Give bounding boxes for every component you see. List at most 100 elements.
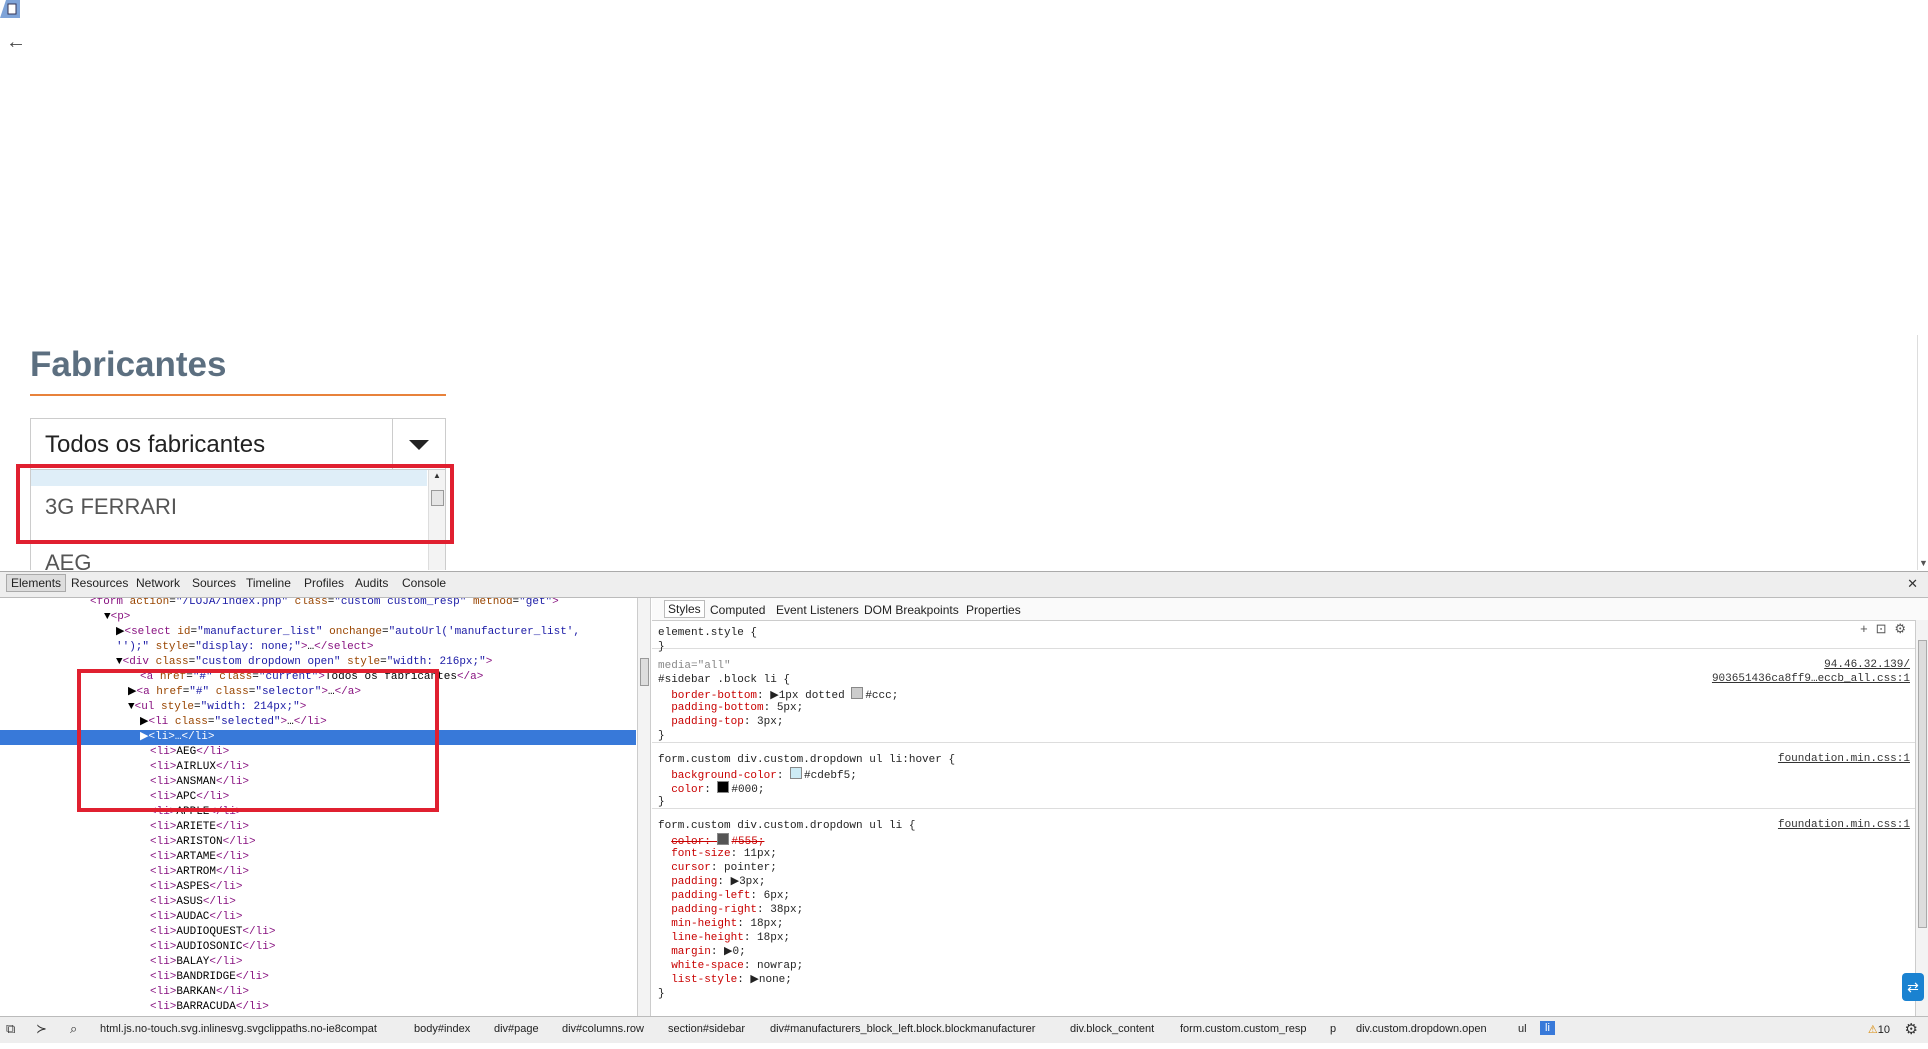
dom-node[interactable]: <li>ASUS</li>: [0, 895, 636, 910]
rule-separator: [652, 742, 1916, 743]
devtools-tabbar: Elements Resources Network Sources Timel…: [0, 572, 1928, 598]
style-tools-icons[interactable]: + ⊡ ⚙: [1860, 622, 1906, 637]
tab-audits[interactable]: Audits: [355, 576, 388, 590]
dom-node[interactable]: <li>BARKAN</li>: [0, 985, 636, 1000]
dom-node[interactable]: <li>AUDAC</li>: [0, 910, 636, 925]
dom-node[interactable]: <li>AUDIOQUEST</li>: [0, 925, 636, 940]
dom-node[interactable]: <li>BANDRIDGE</li>: [0, 970, 636, 985]
tab-styles[interactable]: Styles: [664, 600, 705, 618]
breadcrumb-item[interactable]: li: [1540, 1021, 1555, 1035]
warning-count[interactable]: ⚠10: [1868, 1023, 1890, 1036]
dock-icon[interactable]: ⧉: [6, 1021, 15, 1037]
style-rule-line[interactable]: line-height: 18px;: [658, 931, 790, 945]
style-rule-line[interactable]: padding-left: 6px;: [658, 889, 790, 903]
dom-node[interactable]: ▼<div class="custom dropdown open" style…: [0, 655, 636, 670]
breadcrumb-item[interactable]: section#sidebar: [668, 1023, 745, 1035]
dropdown-selector[interactable]: [392, 419, 445, 469]
style-rule-line[interactable]: color: #000;: [658, 781, 764, 797]
highlight-box-elements: [77, 669, 439, 812]
style-rule-line[interactable]: padding: ▶3px;: [658, 875, 765, 889]
style-rule-line[interactable]: margin: ▶0;: [658, 945, 745, 959]
style-rule-line[interactable]: }: [658, 640, 665, 654]
tab-network[interactable]: Network: [136, 576, 180, 590]
breadcrumb-item[interactable]: ul: [1518, 1023, 1527, 1035]
dom-node[interactable]: ▼<p>: [0, 610, 636, 625]
styles-tabbar: Styles Computed Event Listeners DOM Brea…: [652, 598, 1928, 621]
scroll-thumb[interactable]: [640, 658, 649, 686]
tab-console[interactable]: Console: [402, 576, 446, 590]
style-rule-line[interactable]: form.custom div.custom.dropdown ul li {: [658, 819, 915, 833]
breadcrumb-item[interactable]: p: [1330, 1023, 1336, 1035]
rule-separator: [652, 808, 1916, 809]
page-scrollbar[interactable]: ▼: [1917, 335, 1928, 570]
rule-separator: [652, 648, 1916, 649]
style-rule-line[interactable]: cursor: pointer;: [658, 861, 777, 875]
tab-event-listeners[interactable]: Event Listeners: [776, 603, 859, 617]
scroll-down-icon[interactable]: ▼: [1919, 558, 1928, 568]
page-heading: Fabricantes: [30, 345, 227, 384]
dom-node[interactable]: <li>BARRACUDA</li>: [0, 1000, 636, 1015]
dom-node[interactable]: <form action="/LOJA/index.php" class="cu…: [0, 598, 636, 610]
breadcrumb-item[interactable]: div#page: [494, 1023, 539, 1035]
chevron-down-icon: [409, 440, 429, 450]
tab-sources[interactable]: Sources: [192, 576, 236, 590]
scroll-thumb[interactable]: [1918, 640, 1927, 928]
tab-timeline[interactable]: Timeline: [246, 576, 291, 590]
style-rule-line[interactable]: list-style: ▶none;: [658, 973, 792, 987]
dom-node[interactable]: <li>AUDIOSONIC</li>: [0, 940, 636, 955]
style-rule-line[interactable]: min-height: 18px;: [658, 917, 783, 931]
style-rule-line[interactable]: #sidebar .block li {: [658, 673, 790, 687]
heading-rule: [30, 394, 446, 396]
teamviewer-icon[interactable]: ⇄: [1902, 973, 1924, 1001]
search-icon[interactable]: ⌕: [70, 1021, 77, 1037]
dom-node[interactable]: <li>ARISTON</li>: [0, 835, 636, 850]
tab-properties[interactable]: Properties: [966, 603, 1021, 617]
breadcrumb-item[interactable]: div.block_content: [1070, 1023, 1154, 1035]
close-icon[interactable]: ✕: [1907, 576, 1918, 592]
tab-dom-breakpoints[interactable]: DOM Breakpoints: [864, 603, 959, 617]
style-source-link[interactable]: 903651436ca8ff9…eccb_all.css:1: [1712, 673, 1910, 685]
style-rule-line[interactable]: padding-top: 3px;: [658, 715, 783, 729]
dom-node[interactable]: ▶<select id="manufacturer_list" onchange…: [0, 625, 636, 640]
devtools: Elements Resources Network Sources Timel…: [0, 571, 1928, 1049]
breadcrumb-item[interactable]: form.custom.custom_resp: [1180, 1023, 1307, 1035]
breadcrumb: ⧉ ≻ ⌕ ⚠10 ⚙ html.js.no-touch.svg.inlines…: [0, 1016, 1928, 1043]
dom-node[interactable]: <li>ARTAME</li>: [0, 850, 636, 865]
dropdown-current[interactable]: Todos os fabricantes: [45, 431, 265, 459]
style-rule-line[interactable]: padding-bottom: 5px;: [658, 701, 803, 715]
tab-resources[interactable]: Resources: [71, 576, 128, 590]
dom-node[interactable]: '');" style="display: none;">…</select>: [0, 640, 636, 655]
dom-node[interactable]: <li>ASPES</li>: [0, 880, 636, 895]
style-source-link[interactable]: foundation.min.css:1: [1778, 819, 1910, 831]
dom-node[interactable]: <li>ARTROM</li>: [0, 865, 636, 880]
breadcrumb-item[interactable]: div.custom.dropdown.open: [1356, 1023, 1487, 1035]
styles-scrollbar[interactable]: [1915, 620, 1928, 1016]
style-rule-line[interactable]: }: [658, 987, 665, 1001]
style-source-link[interactable]: foundation.min.css:1: [1778, 753, 1910, 765]
breadcrumb-item[interactable]: div#manufacturers_block_left.block.block…: [770, 1023, 1035, 1035]
breadcrumb-item[interactable]: div#columns.row: [562, 1023, 644, 1035]
breadcrumb-item[interactable]: body#index: [414, 1023, 470, 1035]
warning-icon: ⚠: [1867, 1024, 1878, 1036]
style-rule-line[interactable]: form.custom div.custom.dropdown ul li:ho…: [658, 753, 955, 767]
tab-elements[interactable]: Elements: [6, 574, 67, 592]
style-rule-line[interactable]: media="all": [658, 659, 731, 673]
dom-node[interactable]: <li>BALAY</li>: [0, 955, 636, 970]
styles-panel[interactable]: Styles Computed Event Listeners DOM Brea…: [652, 598, 1928, 1016]
style-rule-line[interactable]: }: [658, 729, 665, 743]
style-rule-line[interactable]: white-space: nowrap;: [658, 959, 803, 973]
style-rule-line[interactable]: padding-right: 38px;: [658, 903, 803, 917]
dom-node[interactable]: <li>ARIETE</li>: [0, 820, 636, 835]
manufacturer-dropdown[interactable]: Todos os fabricantes: [30, 418, 446, 470]
style-rule-line[interactable]: }: [658, 795, 665, 809]
breadcrumb-item[interactable]: html.js.no-touch.svg.inlinesvg.svgclippa…: [100, 1023, 377, 1035]
dropdown-item[interactable]: AEG: [45, 550, 91, 570]
tab-profiles[interactable]: Profiles: [304, 576, 344, 590]
elements-scrollbar[interactable]: [637, 598, 651, 1016]
gear-icon[interactable]: ⚙: [1905, 1020, 1918, 1038]
style-rule-line[interactable]: element.style {: [658, 626, 757, 640]
style-rule-line[interactable]: font-size: 11px;: [658, 847, 777, 861]
style-source-link[interactable]: 94.46.32.139/: [1824, 659, 1910, 671]
console-drawer-icon[interactable]: ≻: [36, 1021, 47, 1037]
tab-computed[interactable]: Computed: [710, 603, 765, 617]
